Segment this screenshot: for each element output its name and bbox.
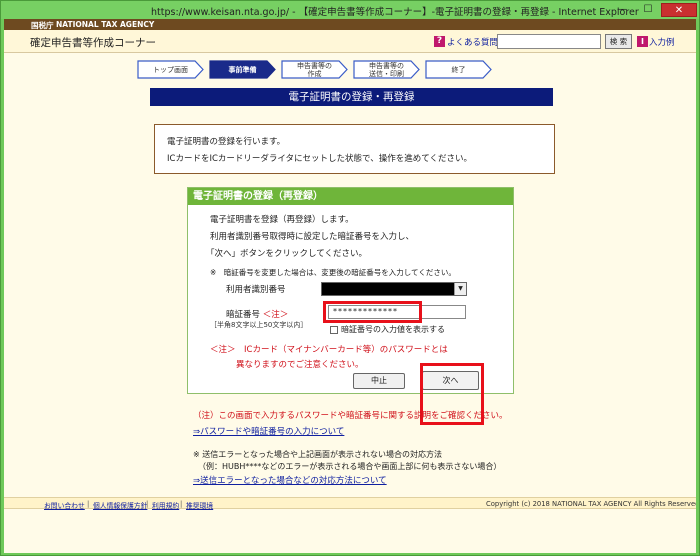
maximize-button[interactable]: ☐ (637, 3, 659, 17)
form-instruction-2: 利用者識別番号取得時に設定した暗証番号を入力し、 (210, 232, 415, 242)
ic-card-warning-2: 異なりますのでご注意ください。 (236, 360, 364, 370)
footer-link-terms[interactable]: 利用規約 (152, 500, 179, 510)
pin-note-link[interactable]: ＜注＞ (263, 310, 289, 320)
search-button[interactable]: 検 索 (605, 34, 632, 49)
footer-separator: | (146, 500, 149, 508)
search-input[interactable] (497, 34, 601, 49)
footer-separator: | (87, 500, 90, 508)
input-example-link[interactable]: 入力例 (649, 36, 675, 48)
step-2: 事前準備 (209, 60, 276, 79)
step-label: トップ画面 (153, 65, 188, 74)
info-line-2: ICカードをICカードリーダライタにセットした状態で、操作を進めてください。 (167, 154, 472, 164)
pin-highlight-box (323, 301, 422, 323)
pin-length-hint: ［半角8文字以上50文字以内］ (210, 321, 308, 329)
agency-bar: 国税庁 NATIONAL TAX AGENCY (4, 19, 696, 30)
error-note-2: （例：HUBH****などのエラーが表示される場合や画面上部に何も表示さない場合… (198, 462, 502, 471)
faq-icon[interactable]: ? (434, 36, 445, 47)
show-pin-checkbox[interactable] (330, 326, 338, 334)
close-button[interactable]: ✕ (661, 3, 697, 17)
show-pin-label: 暗証番号の入力値を表示する (341, 325, 445, 334)
pin-label-text: 暗証番号 (226, 310, 261, 320)
pin-label: 暗証番号 ＜注＞ (226, 308, 288, 320)
step-5: 終了 (425, 60, 492, 79)
ic-card-warning-1: ＜注＞ ICカード（マイナンバーカード等）のパスワードとは (210, 345, 448, 355)
form-heading: 電子証明書の登録（再登録） (188, 188, 513, 205)
title-bar: https://www.keisan.nta.go.jp/ - 【確定申告書等作… (1, 1, 699, 19)
site-title: 確定申告書等作成コーナー (30, 37, 156, 49)
minimize-button[interactable]: — (611, 3, 633, 17)
error-note-1: ※ 送信エラーとなった場合や上記画面が表示されない場合の対応方法 (193, 450, 443, 459)
page-content: 国税庁 NATIONAL TAX AGENCY 確定申告書等作成コーナー ? よ… (4, 19, 696, 553)
footer-link-contact[interactable]: お問い合わせ (44, 500, 85, 510)
step-label: 終了 (451, 65, 466, 74)
form-instruction-3: 「次へ」ボタンをクリックしてください。 (206, 249, 367, 259)
footer-separator: | (180, 500, 183, 508)
user-id-select[interactable]: ▼ (321, 282, 467, 296)
agency-name-english: NATIONAL TAX AGENCY (56, 20, 155, 29)
page-title: 電子証明書の登録・再登録 (150, 88, 553, 106)
input-example-icon[interactable]: I (637, 36, 648, 47)
form-instruction-1: 電子証明書を登録（再登録）します。 (210, 215, 354, 225)
error-help-link[interactable]: ⇒送信エラーとなった場合などの対応方法について (193, 474, 387, 486)
copyright: Copyright (c) 2018 NATIONAL TAX AGENCY A… (486, 500, 696, 508)
window-title: https://www.keisan.nta.go.jp/ - 【確定申告書等作… (151, 7, 639, 18)
footer-link-environment[interactable]: 推奨環境 (186, 500, 213, 510)
faq-link[interactable]: よくある質問 (447, 36, 498, 48)
password-help-link[interactable]: ⇒パスワードや暗証番号の入力について (193, 425, 344, 437)
cancel-button[interactable]: 中止 (353, 373, 405, 389)
step-3: 申告書等の 作成 (281, 60, 348, 79)
user-id-label: 利用者識別番号 (226, 285, 286, 295)
step-label: 事前準備 (228, 65, 257, 74)
step-1: トップ画面 (137, 60, 204, 79)
password-note: （注）この画面で入力するパスワードや暗証番号に関する説明をご確認ください。 (193, 411, 508, 421)
info-box: 電子証明書の登録を行います。 ICカードをICカードリーダライタにセットした状態… (154, 124, 555, 174)
step-label: 申告書等の 作成 (297, 61, 332, 78)
footer: お問い合わせ | 個人情報保護方針 | 利用規約 | 推奨環境 Copyrigh… (4, 497, 696, 510)
footer-link-privacy[interactable]: 個人情報保護方針 (93, 500, 147, 510)
site-header: 確定申告書等作成コーナー ? よくある質問 検 索 I 入力例 (4, 30, 696, 53)
browser-window: https://www.keisan.nta.go.jp/ - 【確定申告書等作… (0, 0, 700, 556)
step-label: 申告書等の 送信・印刷 (369, 61, 404, 78)
chevron-down-icon[interactable]: ▼ (454, 283, 466, 295)
step-4: 申告書等の 送信・印刷 (353, 60, 420, 79)
info-line-1: 電子証明書の登録を行います。 (167, 137, 286, 147)
pin-change-notice: ※ 暗証番号を変更した場合は、変更後の暗証番号を入力してください。 (210, 268, 456, 277)
